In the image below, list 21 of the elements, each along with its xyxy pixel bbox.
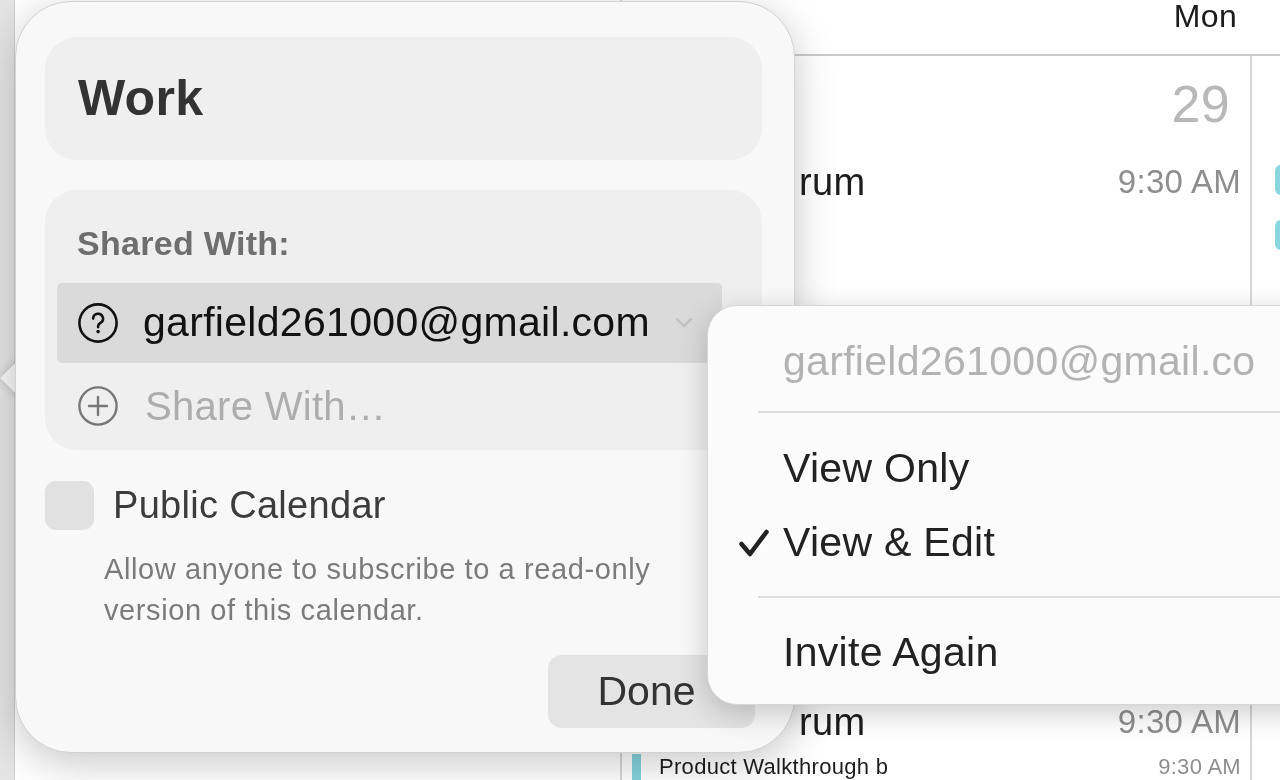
checkbox-label: Public Calendar: [113, 483, 386, 528]
menu-header: garfield261000@gmail.co: [783, 339, 1256, 383]
calendar-name-field[interactable]: Work: [45, 37, 762, 160]
event-time: 9:30 AM: [1158, 754, 1241, 780]
day-label: Mon: [1173, 0, 1237, 32]
description-text: Allow anyone to subscribe to a read-only version of this calendar.: [104, 552, 652, 628]
menu-item[interactable]: View & Edit: [708, 506, 1148, 580]
event-time: 9:30 AM: [1117, 162, 1241, 203]
plus-circle-icon[interactable]: [78, 386, 118, 426]
event-time: 9:30 AM: [1117, 702, 1241, 743]
shared-with-label: Shared With:: [77, 223, 290, 263]
menu-item[interactable]: View Only: [708, 432, 1148, 506]
checkmark-icon: [739, 529, 769, 557]
invitee-row[interactable]: garfield261000@gmail.com: [57, 283, 722, 363]
event-title[interactable]: Product Walkthrough b: [659, 754, 889, 780]
event-title[interactable]: rum: [799, 153, 866, 211]
chevron-down-icon[interactable]: [676, 318, 692, 328]
share-with-field[interactable]: Share With…: [145, 376, 545, 436]
event-marker: [632, 754, 641, 780]
question-circle-icon: [78, 303, 118, 343]
date-number: 29: [1171, 76, 1230, 132]
